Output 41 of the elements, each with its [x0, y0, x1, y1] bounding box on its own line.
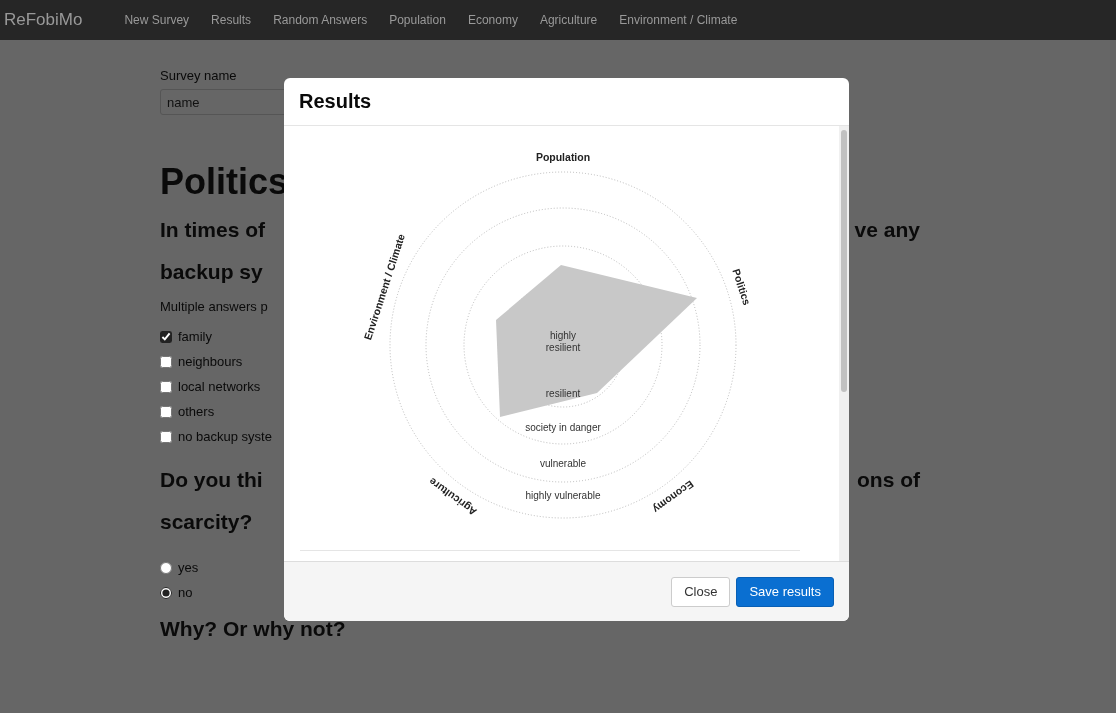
zone-label: resilient	[545, 388, 581, 399]
radio-button[interactable]	[160, 561, 172, 574]
option-label: yes	[178, 560, 199, 575]
question-text: scarcity?	[160, 509, 253, 535]
zone-label: highly resilient	[545, 330, 581, 353]
option-label: local networks	[178, 379, 261, 394]
nav-link[interactable]: New Survey	[124, 13, 190, 27]
nav-link[interactable]: Economy	[467, 13, 518, 27]
zone-label: vulnerable	[539, 458, 587, 469]
question-text: ons of	[857, 467, 920, 493]
nav-link[interactable]: Agriculture	[539, 13, 598, 27]
option-label: no	[178, 585, 193, 600]
question-text: Why? Or why not?	[160, 617, 347, 641]
section-title: Politics	[160, 161, 290, 203]
option-label: family	[178, 329, 212, 344]
question-text: ve any	[854, 217, 920, 243]
option-label: others	[178, 404, 215, 419]
zone-label: society in danger	[525, 422, 601, 433]
close-button[interactable]: Close	[671, 576, 731, 607]
save-button[interactable]: Save results	[736, 576, 834, 607]
checkbox[interactable]	[160, 405, 172, 418]
checkbox[interactable]	[160, 380, 172, 393]
radio-button[interactable]	[160, 586, 172, 599]
checkbox[interactable]	[160, 355, 172, 368]
question-text: Do you thi	[160, 467, 263, 493]
zone-label: highly vulnerable	[525, 490, 601, 501]
field-label: Survey name	[160, 68, 238, 83]
checkbox[interactable]	[160, 430, 172, 443]
scrollbar[interactable]	[839, 126, 849, 561]
axis-label: Politics	[730, 267, 754, 307]
question-text: In times of	[160, 217, 265, 243]
option-label: no backup syste	[178, 429, 272, 444]
option-label: neighbours	[178, 354, 243, 369]
checkbox[interactable]	[160, 330, 172, 343]
brand-name[interactable]: ReFobiMo	[4, 10, 83, 30]
nav-link[interactable]: Results	[211, 13, 252, 27]
nav-link[interactable]: Random Answers	[273, 13, 368, 27]
axis-label: Population	[535, 151, 591, 163]
nav-link[interactable]: Environment / Climate	[619, 13, 738, 27]
question-text: backup sy	[160, 259, 263, 285]
nav-link[interactable]: Population	[389, 13, 446, 27]
